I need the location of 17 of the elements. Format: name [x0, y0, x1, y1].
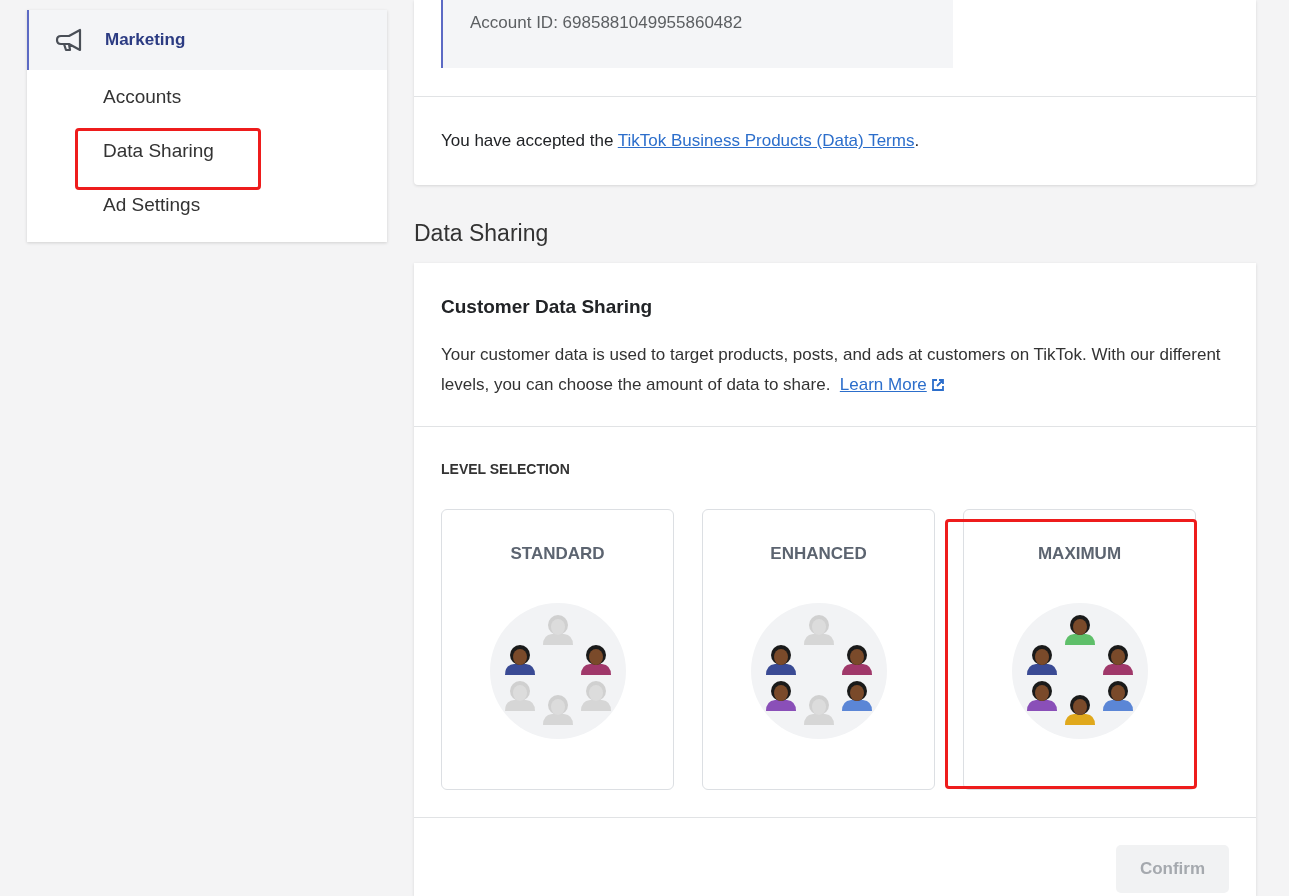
- level-selection-label: LEVEL SELECTION: [441, 460, 570, 477]
- sidebar-item[interactable]: Data Sharing: [103, 136, 214, 166]
- terms-link[interactable]: TikTok Business Products (Data) Terms: [617, 131, 915, 150]
- sidebar-item[interactable]: Accounts: [103, 82, 182, 112]
- megaphone-icon: [55, 28, 83, 52]
- terms-text: You have accepted the TikTok Business Products (Data) Terms.: [441, 131, 920, 150]
- level-option[interactable]: ENHANCED: [702, 508, 935, 790]
- section-heading: Data Sharing: [414, 219, 549, 246]
- description-text: Your customer data is used to target products, posts, and ads at customers on TikTok. With our different levels, you can choose the amount of data to share. Learn More: [441, 339, 1229, 400]
- learn-more-link[interactable]: Learn More: [839, 369, 945, 400]
- sidebar-item[interactable]: Ad Settings: [103, 190, 201, 220]
- sidebar-section[interactable]: Marketing: [27, 10, 387, 70]
- account-id: Account ID: 6985881049955860482: [470, 13, 743, 32]
- level-option[interactable]: MAXIMUM: [963, 508, 1196, 790]
- level-option[interactable]: STANDARD: [441, 508, 674, 790]
- external-link-icon: [930, 377, 945, 392]
- card-title: Customer Data Sharing: [441, 295, 654, 319]
